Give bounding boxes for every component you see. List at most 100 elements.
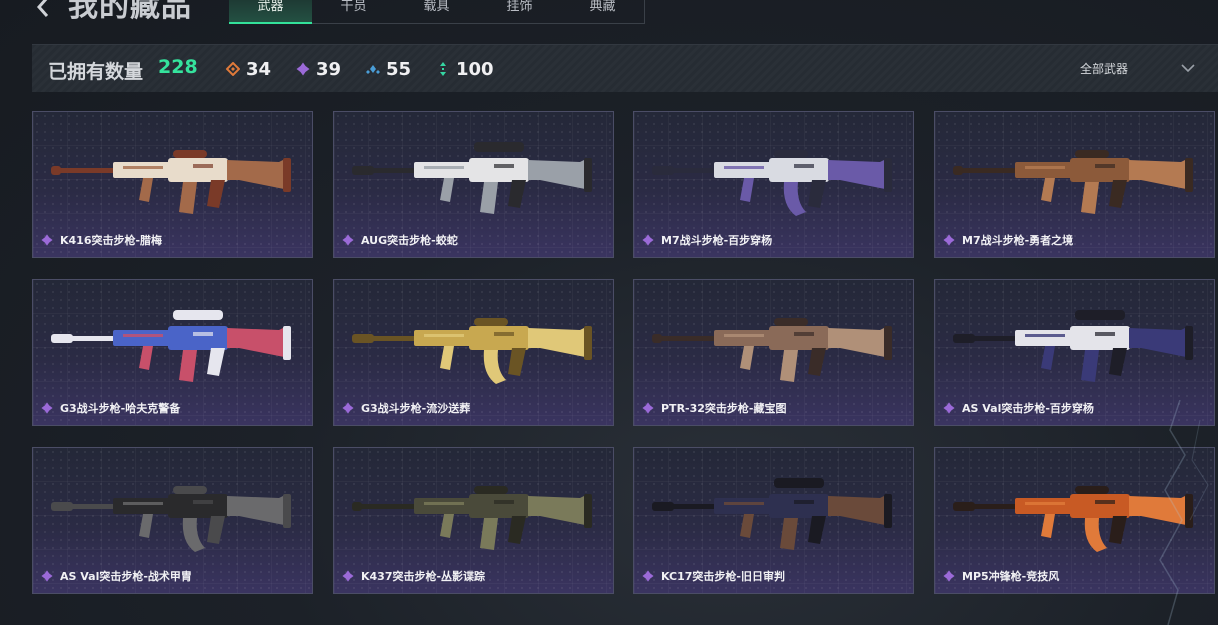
weapon-part — [1025, 334, 1065, 337]
weapon-part — [808, 180, 826, 208]
purple-gem-icon — [342, 234, 354, 246]
weapon-part — [207, 516, 225, 544]
rarity-count-orange: 34 — [246, 58, 272, 80]
page-title: 我的藏品 — [68, 0, 192, 24]
weapon-card[interactable]: M7战斗步枪-百步穿杨 — [633, 111, 914, 258]
purple-gem-icon — [41, 570, 53, 582]
weapon-part — [168, 494, 228, 518]
weapon-part — [1070, 494, 1130, 518]
tab-vehicles[interactable]: 载具 — [395, 0, 478, 23]
weapon-part — [51, 166, 61, 175]
weapon-card[interactable]: K416突击步枪-腊梅 — [32, 111, 313, 258]
weapon-part — [774, 150, 808, 158]
weapon-part — [474, 318, 508, 326]
weapon-part — [794, 500, 814, 504]
chevron-down-icon[interactable] — [1180, 60, 1196, 76]
rarity-stat-purple: 39 — [296, 58, 341, 80]
weapon-part — [724, 502, 764, 505]
weapon-part — [808, 348, 826, 376]
weapon-part — [414, 162, 474, 178]
weapon-card[interactable]: MP5冲锋枪-竞技风 — [934, 447, 1215, 594]
rarity-count-green: 100 — [456, 58, 494, 80]
weapon-label-row: G3战斗步枪-哈夫克警备 — [41, 400, 180, 416]
weapon-part — [469, 158, 529, 182]
rarity-count-blue: 55 — [386, 58, 412, 80]
weapon-label-row: KC17突击步枪-旧日审判 — [642, 568, 785, 584]
weapon-card[interactable]: G3战斗步枪-哈夫克警备 — [32, 279, 313, 426]
weapon-part — [1084, 518, 1107, 552]
weapon-label-row: MP5冲锋枪-竞技风 — [943, 568, 1059, 584]
weapon-part — [414, 330, 474, 346]
weapon-part — [494, 332, 514, 336]
gem-shape — [41, 234, 53, 246]
weapon-label-row: K416突击步枪-腊梅 — [41, 232, 162, 248]
weapon-part — [474, 142, 524, 152]
weapon-part — [193, 164, 213, 168]
weapon-part — [113, 498, 173, 514]
weapon-part — [1185, 326, 1193, 360]
weapon-card[interactable]: AS Val突击步枪-战术甲胄 — [32, 447, 313, 594]
blue-gem-icon — [366, 65, 380, 74]
weapon-part — [440, 346, 454, 370]
weapon-image — [51, 486, 291, 552]
weapon-part — [1041, 178, 1055, 202]
weapon-part — [494, 164, 514, 168]
weapon-part — [1129, 158, 1191, 190]
weapon-part — [769, 494, 829, 518]
tab-operators[interactable]: 干员 — [312, 0, 395, 23]
weapon-part — [414, 498, 474, 514]
weapon-part — [182, 518, 205, 552]
weapon-part — [1129, 326, 1191, 358]
weapon-part — [123, 166, 163, 169]
weapon-part — [508, 180, 526, 208]
purple-gem-icon — [41, 402, 53, 414]
weapon-card[interactable]: K437突击步枪-丛影谍踪 — [333, 447, 614, 594]
weapon-part — [1185, 158, 1193, 192]
weapon-part — [227, 326, 289, 358]
weapon-image — [51, 310, 291, 382]
weapon-part — [139, 514, 153, 538]
tab-charms[interactable]: 挂饰 — [478, 0, 561, 23]
weapon-label-row: M7战斗步枪-勇者之境 — [943, 232, 1073, 248]
weapon-part — [780, 350, 798, 382]
weapon-part — [283, 158, 291, 192]
weapon-card[interactable]: PTR-32突击步枪-藏宝图 — [633, 279, 914, 426]
back-arrow-icon[interactable] — [34, 0, 52, 18]
weapon-card[interactable]: M7战斗步枪-勇者之境 — [934, 111, 1215, 258]
weapon-part — [469, 326, 529, 350]
weapon-part — [1075, 150, 1109, 158]
gem-shape — [342, 570, 354, 582]
weapon-part — [1070, 326, 1130, 350]
weapon-image — [953, 310, 1193, 382]
weapon-part — [884, 158, 892, 192]
weapon-part — [352, 166, 374, 175]
weapon-part — [193, 332, 213, 336]
weapon-part — [1041, 514, 1055, 538]
weapon-part — [1081, 182, 1099, 214]
weapon-part — [173, 486, 207, 494]
weapon-part — [1025, 166, 1065, 169]
weapon-name: K416突击步枪-腊梅 — [60, 234, 163, 247]
tab-weapons[interactable]: 武器 — [229, 0, 312, 24]
weapon-part — [1015, 330, 1075, 346]
weapon-card[interactable]: AUG突击步枪-蛟蛇 — [333, 111, 614, 258]
weapon-card[interactable]: AS Val突击步枪-百步穿杨 — [934, 279, 1215, 426]
gem-shape — [342, 234, 354, 246]
purple-gem-icon — [642, 570, 654, 582]
weapon-part — [483, 350, 506, 384]
header: 我的藏品 武器 干员 载具 挂饰 典藏 — [0, 0, 1218, 26]
weapon-image — [51, 150, 291, 214]
rarity-stat-orange: 34 — [226, 58, 271, 80]
weapon-image — [953, 486, 1193, 552]
category-tabs: 武器 干员 载具 挂饰 典藏 — [229, 0, 645, 24]
weapon-card[interactable]: KC17突击步枪-旧日审判 — [633, 447, 914, 594]
weapon-part — [714, 162, 774, 178]
weapon-part — [828, 158, 890, 190]
weapon-part — [424, 502, 464, 505]
tab-collection[interactable]: 典藏 — [561, 0, 644, 23]
weapon-image — [953, 150, 1193, 214]
weapon-image — [352, 486, 592, 550]
weapon-part — [508, 516, 526, 544]
weapon-card[interactable]: G3战斗步枪-流沙送葬 — [333, 279, 614, 426]
weapon-filter-dropdown[interactable]: 全部武器 — [1080, 60, 1128, 77]
